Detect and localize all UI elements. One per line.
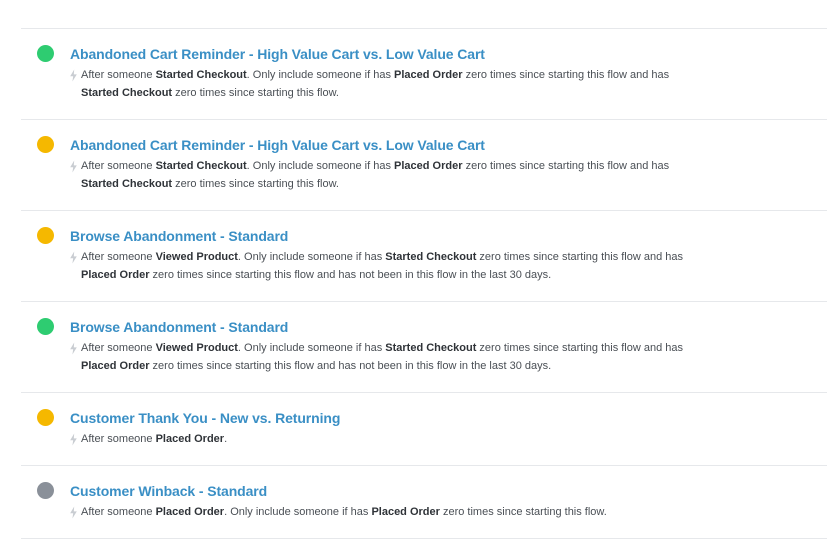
flow-title-link[interactable]: Abandoned Cart Reminder - High Value Car… <box>70 137 485 153</box>
trigger-text-segment: . Only include someone if has <box>237 251 386 263</box>
trigger-text-segment: After someone <box>81 69 156 81</box>
flow-title-link[interactable]: Customer Winback - Standard <box>70 483 267 499</box>
flow-list: Abandoned Cart Reminder - High Value Car… <box>21 28 827 539</box>
trigger-text-segment: zero times since starting this flow and … <box>462 69 670 81</box>
lightning-icon <box>70 69 77 82</box>
trigger-metric: Started Checkout <box>155 69 247 81</box>
flow-row[interactable]: Customer Thank You - New vs. Returning Af… <box>21 393 827 466</box>
trigger-description: After someone Started Checkout. Only inc… <box>81 66 701 102</box>
trigger-metric: Placed Order <box>81 360 150 372</box>
status-active-dot <box>37 318 54 335</box>
flow-row[interactable]: Browse Abandonment - Standard After someo… <box>21 302 827 393</box>
trigger-metric: Placed Order <box>81 269 150 281</box>
trigger-metric: Placed Order <box>394 69 463 81</box>
trigger-text-segment: zero times since starting this flow and … <box>476 251 684 263</box>
lightning-icon <box>70 433 77 446</box>
trigger-text-segment: After someone <box>81 251 156 263</box>
status-manual-dot <box>37 136 54 153</box>
trigger-metric: Viewed Product <box>155 251 238 263</box>
trigger-text-segment: . Only include someone if has <box>246 160 395 172</box>
trigger-text-segment: zero times since starting this flow and … <box>476 342 684 354</box>
flow-title-link[interactable]: Browse Abandonment - Standard <box>70 319 288 335</box>
trigger-description: After someone Placed Order. Only include… <box>81 503 701 521</box>
trigger-text-segment: After someone <box>81 433 156 445</box>
trigger-description: After someone Placed Order. <box>81 430 701 448</box>
status-manual-dot <box>37 227 54 244</box>
trigger-text-segment: . <box>224 433 228 445</box>
flow-row[interactable]: Browse Abandonment - Standard After someo… <box>21 211 827 302</box>
trigger-text-segment: . Only include someone if has <box>224 506 372 518</box>
trigger-text-segment: zero times since starting this flow and … <box>149 269 552 281</box>
flow-title-link[interactable]: Customer Thank You - New vs. Returning <box>70 410 340 426</box>
trigger-metric: Started Checkout <box>385 342 477 354</box>
trigger-description: After someone Viewed Product. Only inclu… <box>81 248 701 284</box>
flow-row[interactable]: Abandoned Cart Reminder - High Value Car… <box>21 120 827 211</box>
trigger-metric: Started Checkout <box>81 178 173 190</box>
trigger-description: After someone Started Checkout. Only inc… <box>81 157 701 193</box>
status-active-dot <box>37 45 54 62</box>
trigger-text-segment: . Only include someone if has <box>237 342 386 354</box>
trigger-text-segment: zero times since starting this flow. <box>172 87 339 99</box>
trigger-text-segment: zero times since starting this flow and … <box>149 360 552 372</box>
status-draft-dot <box>37 482 54 499</box>
trigger-text-segment: . Only include someone if has <box>246 69 395 81</box>
status-manual-dot <box>37 409 54 426</box>
trigger-text-segment: After someone <box>81 506 156 518</box>
lightning-icon <box>70 251 77 264</box>
trigger-metric: Placed Order <box>394 160 463 172</box>
trigger-text-segment: After someone <box>81 160 156 172</box>
trigger-metric: Started Checkout <box>155 160 247 172</box>
lightning-icon <box>70 160 77 173</box>
trigger-metric: Placed Order <box>155 433 225 445</box>
flow-title-link[interactable]: Abandoned Cart Reminder - High Value Car… <box>70 46 485 62</box>
trigger-text-segment: zero times since starting this flow. <box>172 178 339 190</box>
trigger-metric: Placed Order <box>155 506 225 518</box>
flow-row[interactable]: Customer Winback - Standard After someone… <box>21 466 827 539</box>
trigger-text-segment: After someone <box>81 342 156 354</box>
trigger-metric: Viewed Product <box>155 342 238 354</box>
trigger-metric: Started Checkout <box>81 87 173 99</box>
trigger-description: After someone Viewed Product. Only inclu… <box>81 339 701 375</box>
trigger-text-segment: zero times since starting this flow. <box>439 506 607 518</box>
trigger-metric: Started Checkout <box>385 251 477 263</box>
lightning-icon <box>70 342 77 355</box>
flow-row[interactable]: Abandoned Cart Reminder - High Value Car… <box>21 29 827 120</box>
flow-title-link[interactable]: Browse Abandonment - Standard <box>70 228 288 244</box>
lightning-icon <box>70 506 77 519</box>
trigger-metric: Placed Order <box>371 506 440 518</box>
trigger-text-segment: zero times since starting this flow and … <box>462 160 670 172</box>
